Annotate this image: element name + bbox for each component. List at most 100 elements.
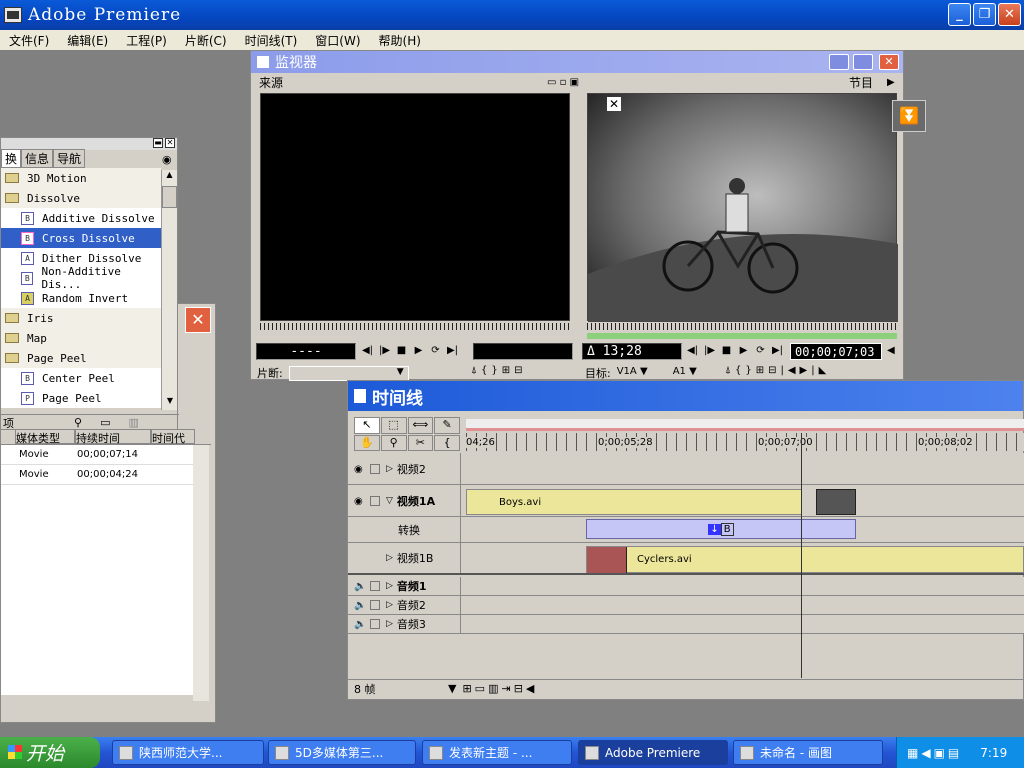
program-stop-icon[interactable]: ■ [720,344,733,357]
monitor-collapse-icon[interactable]: ⏬ [892,100,926,132]
loop-icon[interactable]: ⟳ [429,344,442,357]
project-row[interactable]: Movie 00;00;07;14 [1,445,193,465]
program-edit-controls[interactable]: ⍋{}⊞⊟|◀▶|◣ [725,365,830,376]
clip-dropdown[interactable]: ▼ [288,365,409,381]
eye-icon[interactable]: ◉ [354,464,366,475]
project-vscroll[interactable] [193,445,209,701]
transitions-scrollbar[interactable]: ▲ ▼ [161,170,177,410]
select-tool-icon[interactable]: ↖ [354,417,380,434]
menu-clip[interactable]: 片断(C) [176,32,236,49]
program-timecode[interactable]: 00;00;07;03 [790,343,882,360]
speaker-icon[interactable]: ◀ [887,345,895,356]
project-row[interactable]: Movie 00;00;04;24 [1,465,193,485]
folder-map[interactable]: Map [1,328,161,348]
program-play-icon[interactable]: ▶ [737,344,750,357]
program-transport[interactable]: ◀| |▶ ■ ▶ ⟳ ▶| [686,344,791,360]
range-tool-icon[interactable]: ⬚ [380,417,407,434]
roll-tool-icon[interactable]: ⟺ [407,417,434,434]
find-icon[interactable]: ⚲ [74,416,82,429]
new-folder-icon[interactable]: ▭ [100,416,110,429]
transitions-close-icon[interactable]: ✕ [165,138,175,148]
lock-box[interactable] [370,463,380,474]
speaker-icon[interactable]: 🔈 [354,581,366,592]
lock-box[interactable] [370,495,380,506]
play-icon[interactable]: ▶ [412,344,425,357]
monitor-maximize-button[interactable] [853,54,873,70]
minimize-button[interactable]: _ [948,3,971,26]
target-video-select[interactable]: V1A ▼ [617,366,667,380]
monitor-close-button[interactable]: ✕ [879,54,899,70]
tab-navigator[interactable]: 导航 [53,149,86,168]
marker-tool-icon[interactable]: { [434,434,460,451]
close-x-icon[interactable]: ✕ [607,97,621,111]
clip-thumbnail[interactable] [816,489,856,515]
col-duration[interactable]: 持续时间 [75,429,151,445]
tab-info[interactable]: 信息 [21,149,54,168]
menu-help[interactable]: 帮助(H) [370,32,430,49]
folder-dissolve[interactable]: Dissolve [1,188,161,208]
task-button[interactable]: 5D多媒体第三... [268,740,416,765]
close-button[interactable]: ✕ [998,3,1021,26]
col-timecode[interactable]: 时间代 [151,429,195,445]
menu-project[interactable]: 工程(P) [117,32,176,49]
program-step-forward-icon[interactable]: |▶ [703,344,716,357]
source-edit-controls[interactable]: ⍋{}⊞⊟ [471,365,526,376]
speaker-icon[interactable]: 🔈 [354,600,366,611]
folder-page-peel[interactable]: Page Peel [1,348,161,368]
transition-cross-dissolve[interactable]: B Cross Dissolve [1,228,161,248]
timeline-options-icons[interactable]: ⊞▭▥⇥⊟◀ [462,682,537,695]
edit-line[interactable] [801,433,802,678]
transition-center-peel[interactable]: B Center Peel [1,368,161,388]
expand-icon[interactable]: ▷ [386,553,393,563]
folder-iris[interactable]: Iris [1,308,161,328]
zoom-dropdown-icon[interactable]: ▼ [448,682,456,695]
transition-non-additive-dissolve[interactable]: B Non-Additive Dis... [1,265,161,291]
transitions-minimize-icon[interactable]: ▬ [153,138,163,148]
clip-boys[interactable]: Boys.avi [466,489,802,515]
zoom-tool-icon[interactable]: ⚲ [380,434,407,451]
panel-menu-icon[interactable]: ◉ [162,153,172,166]
task-button[interactable]: 发表新主题 - ... [422,740,572,765]
restore-button[interactable]: ❐ [973,3,996,26]
program-loop-icon[interactable]: ⟳ [754,344,767,357]
expand-icon[interactable]: ▷ [386,581,393,591]
scroll-up-icon[interactable]: ▲ [162,170,177,184]
menu-file[interactable]: 文件(F) [0,32,58,49]
menu-window[interactable]: 窗口(W) [306,32,369,49]
transition-block[interactable]: ↓ B [586,519,856,539]
work-area-bar[interactable] [466,419,1024,431]
target-audio-select[interactable]: A1 ▼ [673,366,723,380]
expand-icon[interactable]: ▷ [386,600,393,610]
program-step-back-icon[interactable]: ◀| [686,344,699,357]
program-scrubber[interactable] [587,323,897,330]
clip-cyclers[interactable]: Cyclers.avi [586,546,1024,573]
start-button[interactable]: 开始 [0,737,100,768]
menu-edit[interactable]: 编辑(E) [58,32,117,49]
task-button[interactable]: 未命名 - 画图 [733,740,883,765]
lock-box[interactable] [370,581,380,591]
collapse-icon[interactable]: ▽ [386,496,393,506]
lock-box[interactable] [370,619,380,629]
fade-tool-icon[interactable]: ✎ [434,417,460,434]
program-play-inout-icon[interactable]: ▶| [771,344,784,357]
play-inout-icon[interactable]: ▶| [446,344,459,357]
folder-3d-motion[interactable]: 3D Motion [1,168,161,188]
tray-icons[interactable]: ▦◀▣▤ [907,746,962,760]
scroll-down-icon[interactable]: ▼ [162,396,178,410]
program-menu-arrow-icon[interactable]: ▶ [887,77,895,88]
eye-icon[interactable]: ◉ [354,496,366,507]
tab-transitions[interactable]: 换 [1,149,22,168]
step-forward-icon[interactable]: |▶ [378,344,391,357]
delete-icon[interactable]: ▥ [128,416,138,429]
transition-direction-icon[interactable]: ↓ [708,523,721,535]
transition-page-peel[interactable]: P Page Peel [1,388,161,408]
project-close-button[interactable]: ✕ [185,307,211,333]
task-button[interactable]: 陕西师范大学... [112,740,264,765]
time-ruler[interactable]: 04;26 0;00;05;28 0;00;07;00 0;00;08;02 [466,433,1024,451]
menu-timeline[interactable]: 时间线(T) [236,32,307,49]
source-transport[interactable]: ◀| |▶ ■ ▶ ⟳ ▶| [361,344,471,360]
view-mode-icons[interactable]: ▭ ▫ ▣ [547,77,579,88]
speaker-icon[interactable]: 🔈 [354,619,366,630]
source-scrubber[interactable] [260,323,570,330]
expand-icon[interactable]: ▷ [386,464,393,474]
